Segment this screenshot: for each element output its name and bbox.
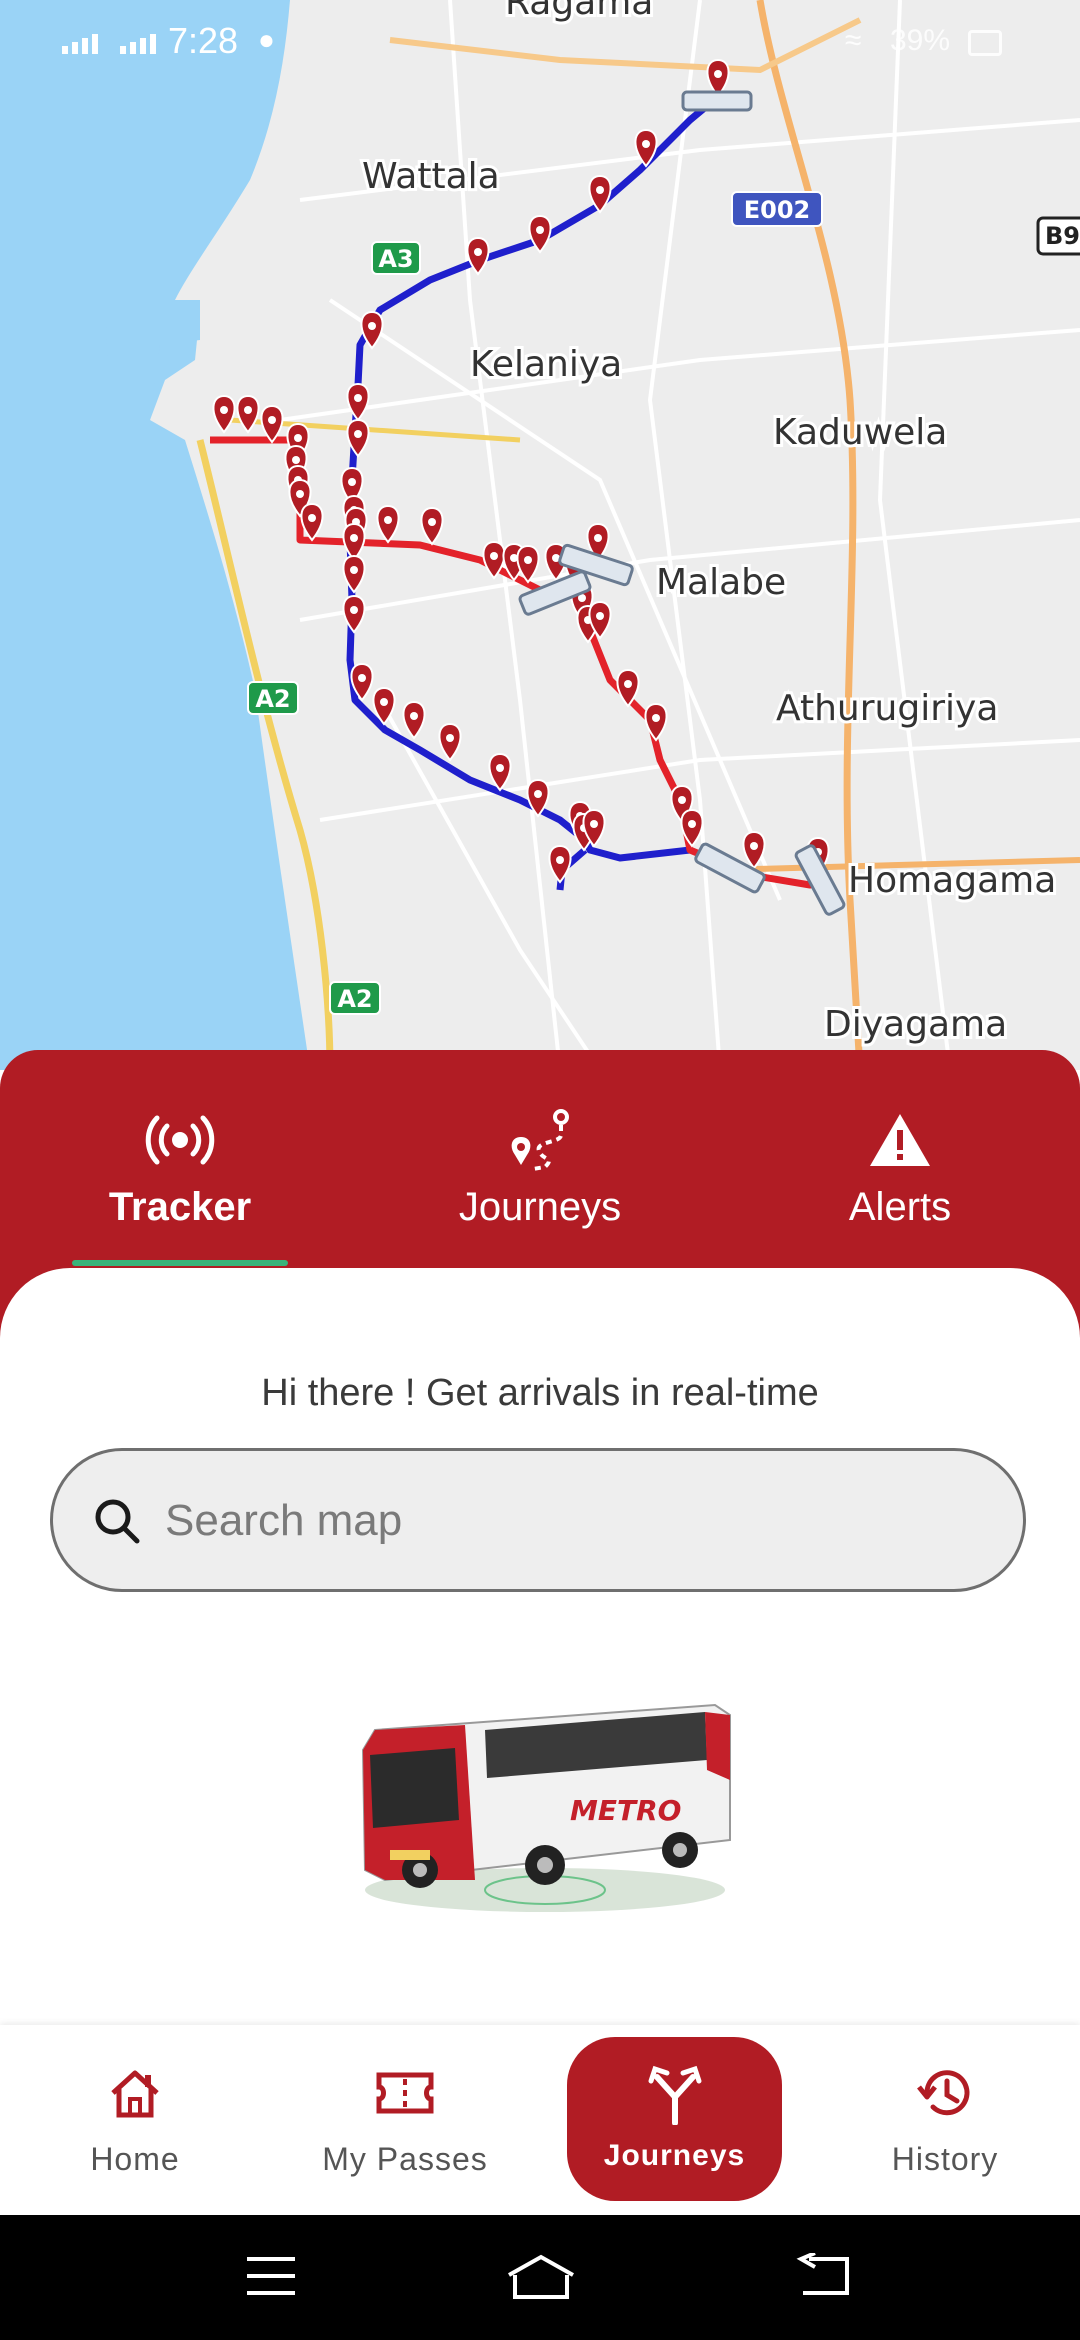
bus-stop-pin-dot xyxy=(474,248,482,256)
place-label: Kelaniya xyxy=(470,344,622,385)
tab-label: Journeys xyxy=(458,1185,622,1229)
bus-stop-pin-dot xyxy=(350,606,358,614)
chat-icon: ● xyxy=(258,24,275,55)
svg-text:METRO: METRO xyxy=(570,1794,681,1827)
nav-label: Journeys xyxy=(603,2139,746,2172)
bus-stop-pin-dot xyxy=(596,186,604,194)
place-label: Homagama xyxy=(848,860,1056,901)
road-shield-label: A2 xyxy=(255,685,290,713)
tab-tracker[interactable]: Tracker xyxy=(30,1105,330,1230)
home-icon xyxy=(20,2065,250,2125)
nav-journeys[interactable]: Journeys xyxy=(567,2037,782,2201)
tab-label: Alerts xyxy=(848,1185,952,1229)
greeting-text: Hi there ! Get arrivals in real-time xyxy=(261,1372,819,1414)
bus-stop-pin-dot xyxy=(590,820,598,828)
route-pin-icon xyxy=(390,1105,690,1175)
bus-stop-pin-dot xyxy=(348,478,356,486)
bus-stop-pin-dot xyxy=(358,674,366,682)
bus-stop-pin-dot xyxy=(268,416,276,424)
bus-stop-pin-dot xyxy=(524,556,532,564)
bus-stop-pin-dot xyxy=(652,714,660,722)
place-label: Athurugiriya xyxy=(776,688,998,729)
broadcast-icon xyxy=(30,1105,330,1175)
bus-stop-pin-dot xyxy=(750,842,758,850)
status-bar: 7:28 ● ≈ 39% xyxy=(0,0,1080,90)
bottom-navigation: Home My Passes Journeys History xyxy=(0,2025,1080,2215)
bus-stop-pin-dot xyxy=(384,516,392,524)
bus-stop-pin-dot xyxy=(220,406,228,414)
wifi-icon: ≈ xyxy=(845,24,862,57)
nav-history[interactable]: History xyxy=(830,2025,1060,2215)
bus-stop-pin-dot xyxy=(292,456,300,464)
home-button-icon[interactable] xyxy=(505,2253,577,2308)
signal-icon xyxy=(62,30,98,54)
bus-stop-pin-dot xyxy=(350,566,358,574)
bus-stop-pin-dot xyxy=(642,140,650,148)
search-input[interactable] xyxy=(163,1451,987,1591)
back-icon[interactable] xyxy=(795,2251,851,2304)
place-label: Malabe xyxy=(656,562,786,603)
bus-stop-pin-dot xyxy=(294,434,302,442)
road-shield-label: A2 xyxy=(337,985,372,1013)
nav-label: My Passes xyxy=(322,2141,488,2177)
nav-label: Home xyxy=(90,2141,180,2177)
bus-stop-pin-dot xyxy=(354,394,362,402)
battery-level: 39% xyxy=(890,24,951,57)
tab-journeys[interactable]: Journeys xyxy=(390,1105,690,1230)
battery-icon xyxy=(968,30,1002,56)
nav-label: History xyxy=(891,2141,999,2177)
signal-icon xyxy=(120,30,156,54)
fork-arrow-icon xyxy=(567,2065,782,2125)
bus-stop-pin-dot xyxy=(496,764,504,772)
bus-stop-pin-dot xyxy=(410,712,418,720)
ticket-icon xyxy=(290,2065,520,2125)
tab-bar: Tracker Journeys Alerts xyxy=(0,1050,1080,1270)
bus-stop-pin-dot xyxy=(308,514,316,522)
bus-marker-icon[interactable] xyxy=(681,90,753,112)
bus-stop-pin-dot xyxy=(380,698,388,706)
place-label: Kaduwela xyxy=(773,412,947,453)
route-map[interactable]: Ragama Wattala Kelaniya Kaduwela Malabe … xyxy=(0,0,1080,1070)
bus-stop-pin-dot xyxy=(624,680,632,688)
bus-stop-pin-dot xyxy=(678,796,686,804)
bus-stop-pin-dot xyxy=(594,534,602,542)
history-icon xyxy=(830,2065,1060,2125)
warning-icon xyxy=(750,1105,1050,1175)
bus-stop-pin-dot xyxy=(688,820,696,828)
tab-alerts[interactable]: Alerts xyxy=(750,1105,1050,1230)
road-shield-label: A3 xyxy=(378,245,413,273)
bus-stop-pin-dot xyxy=(428,518,436,526)
bus-stop-pin-dot xyxy=(354,430,362,438)
road-shield-label: E002 xyxy=(744,196,811,224)
bus-stop-pin-dot xyxy=(490,552,498,560)
nav-home[interactable]: Home xyxy=(20,2025,250,2215)
place-label: Diyagama xyxy=(824,1004,1007,1045)
bus-stop-pin-dot xyxy=(350,534,358,542)
bus-stop-pin-dot xyxy=(368,322,376,330)
bus-stop-pin-dot xyxy=(556,856,564,864)
status-time: 7:28 xyxy=(168,20,239,61)
tab-label: Tracker xyxy=(108,1185,252,1229)
bus-stop-pin-dot xyxy=(536,226,544,234)
system-navigation-bar xyxy=(0,2215,1080,2340)
bus-stop-pin-dot xyxy=(296,490,304,498)
bus-stop-pin-dot xyxy=(446,734,454,742)
bus-stop-pin-dot xyxy=(534,790,542,798)
road-shield-label: B9 xyxy=(1045,222,1080,250)
menu-icon[interactable] xyxy=(245,2253,297,2304)
search-bar[interactable] xyxy=(50,1448,1026,1592)
active-tab-indicator xyxy=(72,1260,288,1266)
nav-my-passes[interactable]: My Passes xyxy=(290,2025,520,2215)
bus-stop-pin-dot xyxy=(244,406,252,414)
place-label: Wattala xyxy=(362,156,500,197)
bus-stop-pin-dot xyxy=(596,612,604,620)
search-icon xyxy=(91,1495,143,1552)
bus-illustration: METRO xyxy=(361,1703,731,1912)
